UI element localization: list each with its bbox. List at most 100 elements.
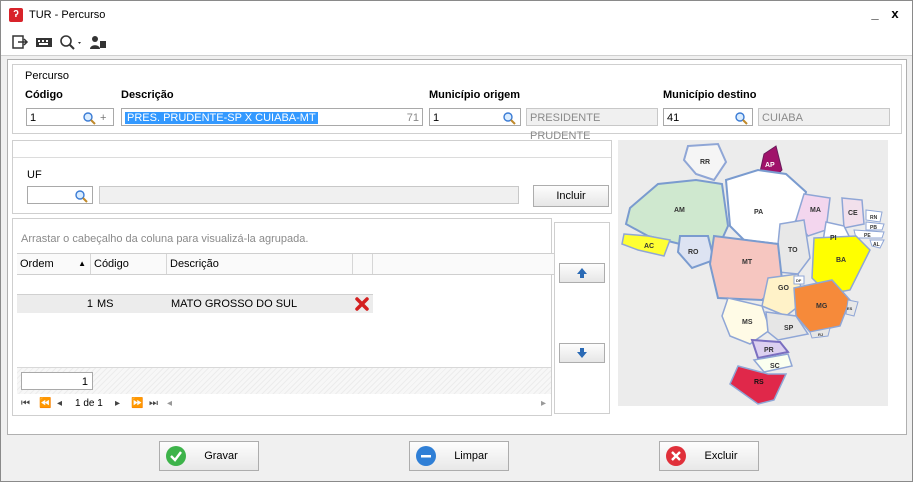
toolbar <box>1 29 912 56</box>
excluir-button[interactable]: Excluir <box>659 441 759 471</box>
municipio-destino-name: CUIABA <box>758 108 890 126</box>
sort-asc-icon: ▲ <box>78 259 86 268</box>
column-header-ordem[interactable]: Ordem ▲ <box>17 254 91 274</box>
map-label-go: GO <box>778 285 789 292</box>
map-label-pr: PR <box>764 347 774 354</box>
next-page-group-icon[interactable]: ⏩ <box>131 395 143 413</box>
codigo-value: 1 <box>30 112 37 124</box>
column-header-descricao[interactable]: Descrição <box>167 254 353 274</box>
close-button[interactable]: x <box>887 7 903 21</box>
map-label-rj: RJ <box>818 332 823 337</box>
map-label-pb: PB <box>870 225 877 231</box>
footer-count: 1 <box>21 372 93 390</box>
search-icon[interactable] <box>502 111 516 125</box>
map-label-sc: SC <box>770 363 780 370</box>
gravar-button[interactable]: Gravar <box>159 441 259 471</box>
map-label-rr: RR <box>700 159 710 166</box>
arrow-up-icon <box>577 268 587 278</box>
limpar-label: Limpar <box>454 450 488 462</box>
cell-codigo: MS <box>97 298 114 310</box>
pager-position: 1 de 1 <box>75 398 103 409</box>
map-label-rs: RS <box>754 379 764 386</box>
municipio-origem-name: PRESIDENTE PRUDENTE <box>526 108 658 142</box>
minimize-button[interactable]: _ <box>867 7 883 21</box>
map-label-al: AL <box>873 242 880 248</box>
map-label-ma: MA <box>810 207 821 214</box>
gravar-label: Gravar <box>204 450 238 462</box>
search-dropdown-icon[interactable] <box>59 34 85 50</box>
descricao-char-counter: 71 <box>406 112 419 124</box>
exit-icon[interactable] <box>11 34 29 50</box>
map-label-pe: PE <box>864 233 871 239</box>
map-label-mt: MT <box>742 259 753 266</box>
move-up-button[interactable] <box>559 263 605 283</box>
brazil-map: RR AP AM PA MA CE RN PB PE AL PI AC RO T… <box>618 140 888 406</box>
map-label-to: TO <box>788 247 798 254</box>
grid-panel: Arrastar o cabeçalho da coluna para visu… <box>12 218 555 416</box>
cell-ordem: 1 <box>86 298 93 310</box>
map-label-ap: AP <box>765 162 775 169</box>
table-row[interactable]: 1 MS MATO GROSSO DO SUL <box>17 294 373 313</box>
map-label-mg: MG <box>816 303 828 310</box>
grid-header: Ordem ▲ Código Descrição <box>17 253 555 275</box>
map-label-df: DF <box>796 278 802 283</box>
percurso-section: Percurso Código 1 + Descrição PRES. PRUD… <box>12 64 902 142</box>
title-bar: ʔ TUR - Percurso _ x <box>1 1 912 29</box>
incluir-button[interactable]: Incluir <box>533 185 609 207</box>
add-icon[interactable]: + <box>100 109 106 127</box>
grid-footer: 1 <box>17 367 551 394</box>
descricao-input[interactable]: PRES. PRUDENTE-SP X CUIABA-MT 71 <box>121 108 423 126</box>
descricao-value: PRES. PRUDENTE-SP X CUIABA-MT <box>125 112 318 124</box>
limpar-button[interactable]: Limpar <box>409 441 509 471</box>
arrow-down-icon <box>577 348 587 358</box>
column-header-codigo[interactable]: Código <box>91 254 167 274</box>
pager: ⏮ ⏪ ◂ 1 de 1 ▸ ⏩ ⏭ ◂ ▸ <box>17 395 551 413</box>
excluir-label: Excluir <box>704 450 738 462</box>
scroll-right-icon[interactable]: ▸ <box>541 395 546 413</box>
map-label-ro: RO <box>688 249 699 256</box>
window: ʔ TUR - Percurso _ x Percurso Código 1 +… <box>0 0 913 482</box>
prev-page-group-icon[interactable]: ⏪ <box>39 395 51 413</box>
content-panel: Percurso Código 1 + Descrição PRES. PRUD… <box>7 59 907 435</box>
uf-description <box>99 186 519 204</box>
move-down-button[interactable] <box>559 343 605 363</box>
municipio-destino-label: Município destino <box>663 89 757 101</box>
minus-icon <box>416 446 436 466</box>
uf-label: UF <box>27 169 42 181</box>
municipio-destino-code: 41 <box>667 112 680 124</box>
column-header-actions <box>353 254 373 274</box>
search-icon[interactable] <box>734 111 748 125</box>
cancel-icon <box>666 446 686 466</box>
uf-input[interactable] <box>27 186 93 204</box>
keyboard-icon[interactable] <box>35 34 53 50</box>
first-page-icon[interactable]: ⏮ <box>21 395 30 413</box>
window-title: TUR - Percurso <box>29 9 106 21</box>
map-label-rn: RN <box>870 215 878 221</box>
codigo-label: Código <box>25 89 63 101</box>
map-label-am: AM <box>674 207 685 214</box>
map-label-ce: CE <box>848 210 858 217</box>
reorder-panel <box>554 222 610 414</box>
municipio-origem-code-input[interactable]: 1 <box>429 108 521 126</box>
last-page-icon[interactable]: ⏭ <box>149 395 158 413</box>
prev-page-icon[interactable]: ◂ <box>57 395 62 413</box>
municipio-destino-code-input[interactable]: 41 <box>663 108 753 126</box>
users-icon[interactable] <box>89 34 107 50</box>
cell-descricao: MATO GROSSO DO SUL <box>171 298 298 310</box>
search-icon[interactable] <box>74 189 88 203</box>
search-icon[interactable] <box>82 111 96 125</box>
map-label-ac: AC <box>644 243 654 250</box>
uf-section: UF Incluir <box>12 140 612 214</box>
scroll-left-icon[interactable]: ◂ <box>167 395 172 413</box>
map-label-pa: PA <box>754 209 763 216</box>
percurso-section-title: Percurso <box>25 70 70 82</box>
check-icon <box>166 446 186 466</box>
group-by-hint: Arrastar o cabeçalho da coluna para visu… <box>21 233 309 245</box>
app-logo-icon: ʔ <box>9 8 23 22</box>
codigo-input[interactable]: 1 + <box>26 108 114 126</box>
municipio-origem-code: 1 <box>433 112 440 124</box>
map-label-ba: BA <box>836 257 846 264</box>
delete-icon[interactable] <box>355 297 369 311</box>
next-page-icon[interactable]: ▸ <box>115 395 120 413</box>
map-label-pi: PI <box>830 235 837 242</box>
